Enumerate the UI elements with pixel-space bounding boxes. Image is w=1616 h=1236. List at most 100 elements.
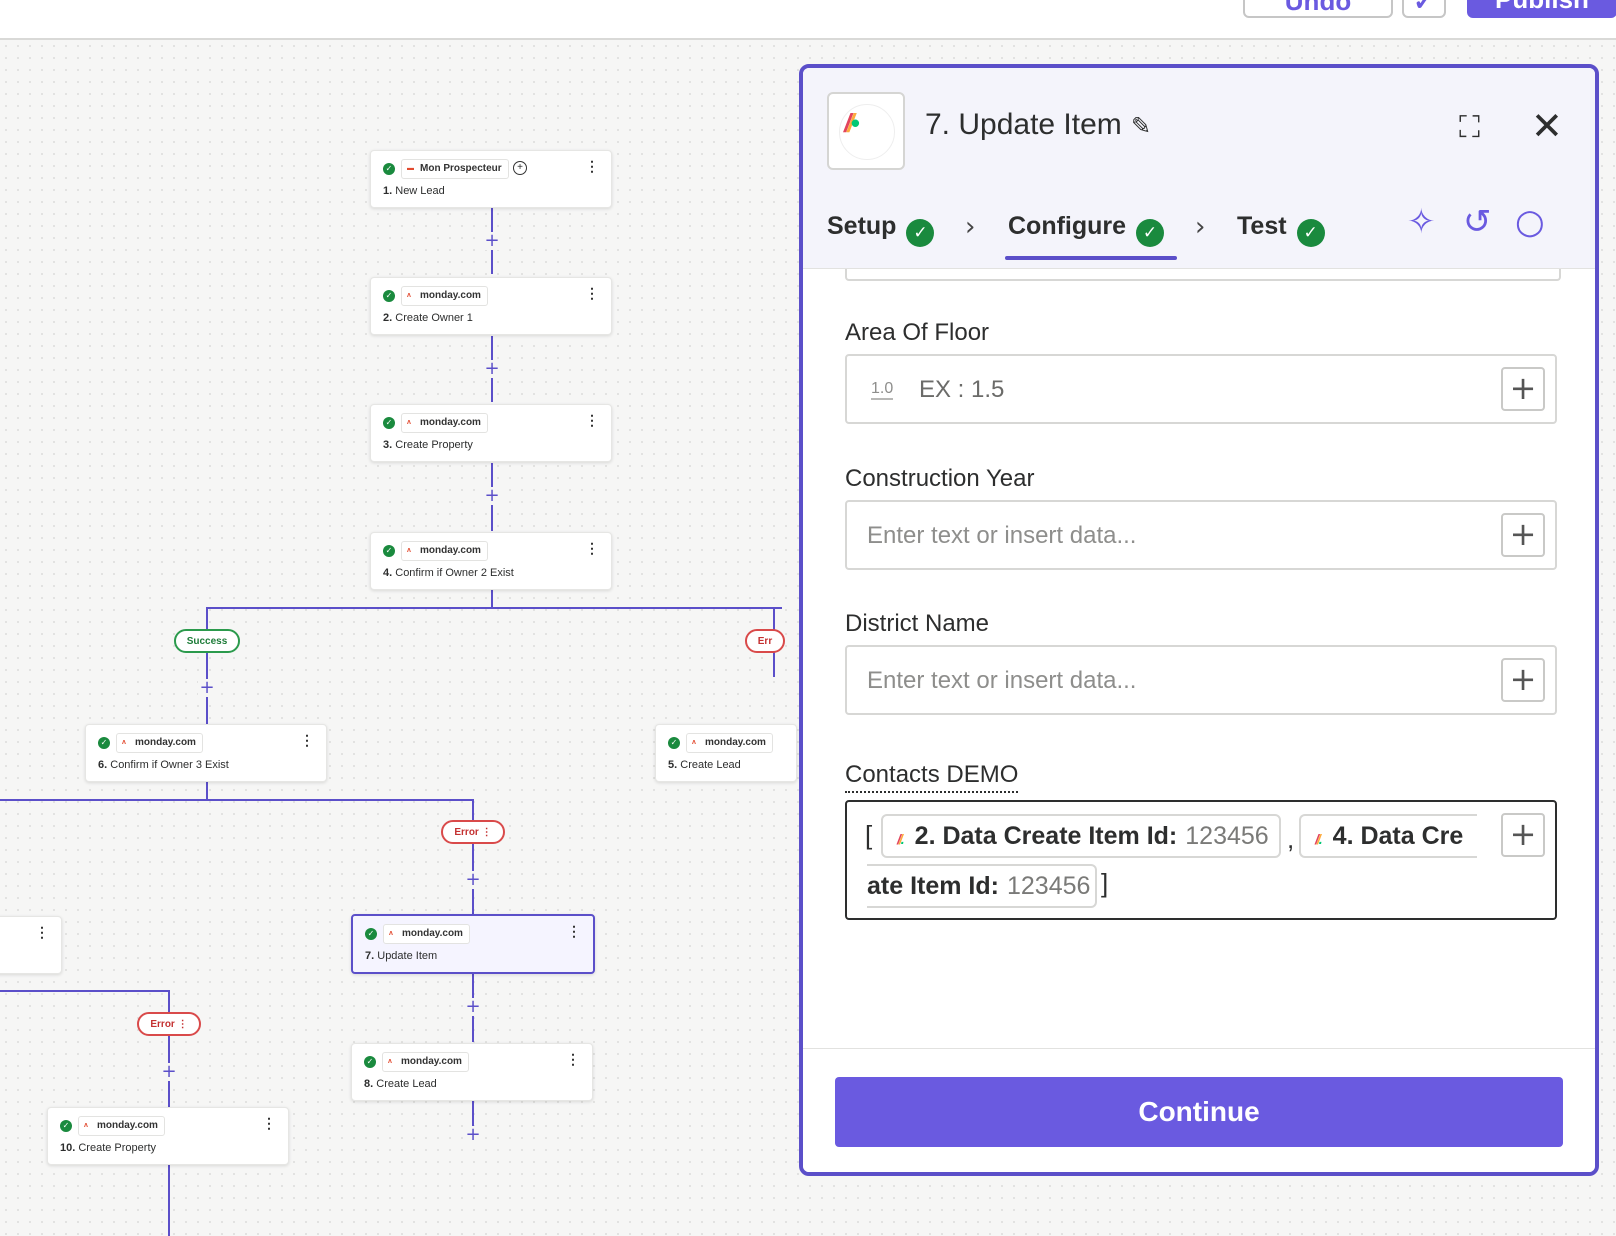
contacts-label: Contacts DEMO: [845, 761, 1019, 793]
branch-line: [0, 799, 474, 801]
panel-footer: Continue: [803, 1048, 1595, 1172]
pencil-icon[interactable]: ✎: [1131, 112, 1151, 141]
step-title: 1. New Lead: [383, 185, 445, 197]
branch-error-badge[interactable]: Error ⋮: [137, 1012, 201, 1036]
data-pill[interactable]: //. 2. Data Create Item Id: 123456: [881, 814, 1281, 858]
check-icon: ✓: [60, 1120, 72, 1132]
branch-success-badge[interactable]: Success: [174, 629, 240, 653]
check-icon: ✓: [1296, 219, 1325, 247]
search-icon[interactable]: ○: [1515, 202, 1545, 242]
step-node[interactable]: ✓ ʌ monday.com 3. Create Property ⋮: [370, 404, 612, 462]
app-chip: ʌ monday.com: [78, 1116, 165, 1136]
tab-test[interactable]: Test ✓: [1237, 212, 1325, 247]
refresh-icon[interactable]: ↺: [1463, 202, 1492, 242]
more-vert-icon[interactable]: ⋮: [585, 159, 599, 173]
app-name: monday.com: [705, 737, 766, 748]
monday-logo-icon: ʌ: [692, 739, 696, 746]
app-name: monday.com: [420, 417, 481, 428]
app-name: monday.com: [402, 928, 463, 939]
monday-logo-icon: //.: [897, 831, 905, 847]
branch-line: [0, 990, 170, 992]
step-node[interactable]: ⋮: [0, 916, 62, 974]
insert-data-button[interactable]: +: [1501, 367, 1545, 411]
step-node[interactable]: ✓ ʌ monday.com 2. Create Owner 1 ⋮: [370, 277, 612, 335]
monday-app-icon: //•: [827, 92, 905, 170]
step-node[interactable]: ✓ ▬ Mon Prospecteur + 1. New Lead ⋮: [370, 150, 612, 208]
add-step-icon[interactable]: +: [483, 360, 501, 378]
more-vert-icon[interactable]: ⋮: [585, 286, 599, 300]
data-pill[interactable]: //. 4. Data Cre: [1299, 814, 1477, 858]
contacts-input[interactable]: [ //. 2. Data Create Item Id: 123456 , //.…: [845, 800, 1557, 920]
app-chip: ʌ monday.com: [382, 1052, 469, 1072]
more-vert-icon[interactable]: ⋮: [566, 1052, 580, 1066]
check-icon: ✓: [383, 545, 395, 557]
active-tab-indicator: [1005, 256, 1177, 260]
monday-logo-icon: ʌ: [84, 1122, 88, 1129]
branch-line: [206, 607, 782, 609]
more-vert-icon[interactable]: ⋮: [585, 541, 599, 555]
configure-form: Area Of Floor 1.0 EX : 1.5 + Constructio…: [803, 269, 1595, 1029]
step-title: 6. Confirm if Owner 3 Exist: [98, 759, 229, 771]
check-icon: ✓: [365, 928, 377, 940]
step-node[interactable]: ✓ ʌ monday.com 6. Confirm if Owner 3 Exis…: [85, 724, 327, 782]
step-node[interactable]: ✓ ʌ monday.com 10. Create Property ⋮: [47, 1107, 289, 1165]
add-step-icon[interactable]: +: [483, 232, 501, 250]
previous-field[interactable]: [845, 269, 1561, 281]
number-type-icon: 1.0: [871, 380, 894, 400]
insert-data-button[interactable]: +: [1501, 513, 1545, 557]
monday-logo-icon: ʌ: [122, 739, 126, 746]
step-node[interactable]: ✓ ʌ monday.com 8. Create Lead ⋮: [351, 1043, 593, 1101]
connector: [168, 1164, 170, 1236]
construction-year-input[interactable]: Enter text or insert data... +: [845, 500, 1557, 570]
publish-button[interactable]: Publish: [1467, 0, 1616, 18]
data-pill-continued[interactable]: ate Item Id: 123456: [867, 864, 1097, 908]
add-step-icon[interactable]: +: [464, 871, 482, 889]
step-title: 4. Confirm if Owner 2 Exist: [383, 567, 514, 579]
more-vert-icon[interactable]: ⋮: [262, 1116, 276, 1130]
undo-button[interactable]: Undo: [1243, 0, 1393, 18]
step-node[interactable]: ✓ ʌ monday.com 4. Confirm if Owner 2 Exis…: [370, 532, 612, 590]
check-icon: ✓: [1136, 219, 1165, 247]
add-step-icon[interactable]: +: [198, 679, 216, 697]
add-step-icon[interactable]: +: [464, 998, 482, 1016]
check-icon: ✓: [906, 219, 935, 247]
close-bracket: ]: [1101, 868, 1109, 898]
step-node[interactable]: ✓ ʌ monday.com 5. Create Lead: [655, 724, 797, 782]
close-icon[interactable]: ✕: [1531, 104, 1563, 148]
continue-button[interactable]: Continue: [835, 1077, 1563, 1147]
insert-data-button[interactable]: +: [1501, 813, 1545, 857]
app-chip: ʌ monday.com: [686, 733, 773, 753]
step-title: 8. Create Lead: [364, 1078, 437, 1090]
chevron-right-icon: ›: [1195, 212, 1206, 242]
status-check-button[interactable]: ✓: [1402, 0, 1446, 18]
expand-icon[interactable]: ⛶: [1459, 110, 1480, 145]
area-field[interactable]: 1.0 EX : 1.5 +: [845, 354, 1557, 424]
add-step-icon[interactable]: +: [464, 1126, 482, 1144]
more-vert-icon[interactable]: ⋮: [300, 733, 314, 747]
add-step-icon[interactable]: +: [160, 1063, 178, 1081]
more-vert-icon[interactable]: ⋮: [567, 924, 581, 938]
app-chip: ʌ monday.com: [401, 413, 488, 433]
check-icon: ✓: [364, 1056, 376, 1068]
branch-error-badge[interactable]: Err: [745, 629, 785, 653]
tab-setup[interactable]: Setup ✓: [827, 212, 935, 247]
comma-separator: ,: [1287, 824, 1295, 854]
add-circle-icon[interactable]: +: [513, 161, 527, 175]
app-name: monday.com: [135, 737, 196, 748]
more-vert-icon[interactable]: ⋮: [482, 827, 492, 838]
more-vert-icon[interactable]: ⋮: [35, 925, 49, 939]
step-node-selected[interactable]: ✓ ʌ monday.com 7. Update Item ⋮: [351, 914, 595, 974]
more-vert-icon[interactable]: ⋮: [178, 1019, 188, 1030]
ai-sparkle-icon[interactable]: ✧: [1407, 202, 1436, 242]
badge-label: Error: [150, 1019, 175, 1030]
app-logo-icon: ▬: [407, 165, 414, 172]
add-step-icon[interactable]: +: [483, 487, 501, 505]
check-icon: ✓: [383, 163, 395, 175]
panel-header: //• 7. Update Item ✎ ⛶ ✕: [803, 68, 1595, 192]
district-name-input[interactable]: Enter text or insert data... +: [845, 645, 1557, 715]
branch-error-badge[interactable]: Error ⋮: [441, 820, 505, 844]
monday-logo-icon: ʌ: [407, 419, 411, 426]
insert-data-button[interactable]: +: [1501, 658, 1545, 702]
more-vert-icon[interactable]: ⋮: [585, 413, 599, 427]
tab-configure[interactable]: Configure ✓: [1008, 212, 1165, 247]
